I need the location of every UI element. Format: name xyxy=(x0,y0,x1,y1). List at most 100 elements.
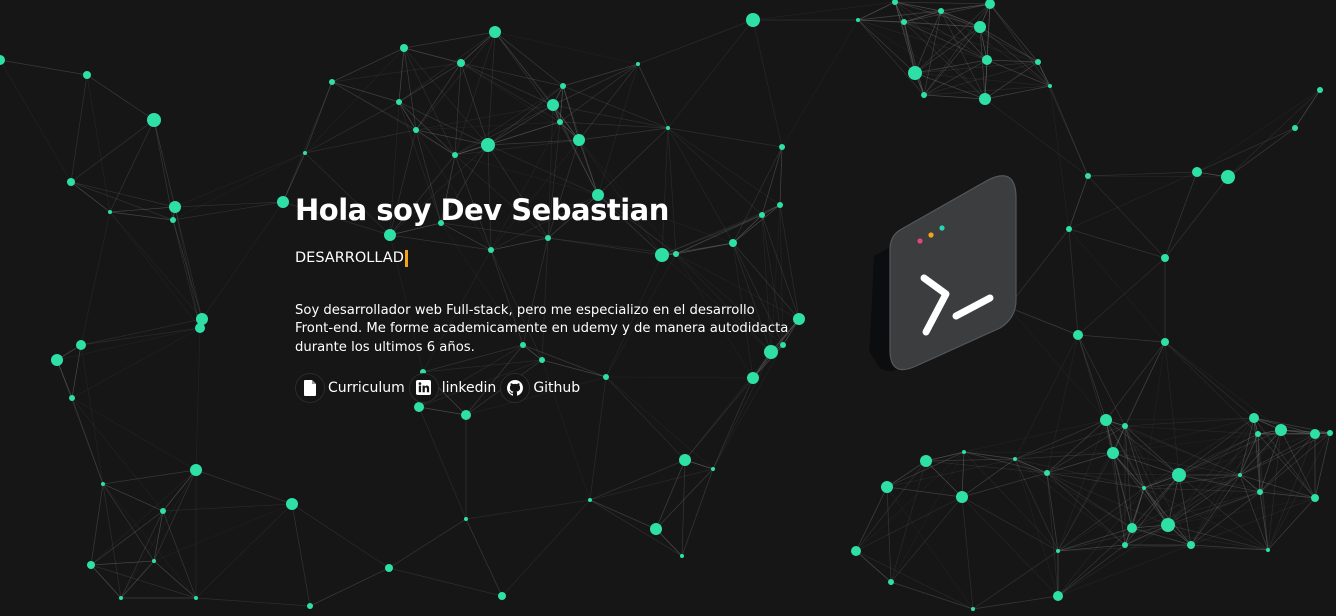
network-line xyxy=(1087,175,1166,259)
network-line xyxy=(304,101,400,154)
network-node xyxy=(1317,87,1323,93)
network-line xyxy=(304,129,417,154)
network-line xyxy=(90,564,197,599)
network-line xyxy=(855,550,892,583)
hero-content: Hola soy Dev Sebastian DESARROLLAD Soy d… xyxy=(295,192,815,403)
network-node xyxy=(962,450,966,454)
network-line xyxy=(487,31,496,146)
network-node xyxy=(573,134,585,146)
network-line xyxy=(291,503,390,569)
linkedin-link[interactable]: linkedin xyxy=(408,372,497,403)
network-line xyxy=(752,19,783,148)
network-line xyxy=(961,496,974,610)
network-line xyxy=(460,62,489,146)
network-line xyxy=(559,63,639,123)
network-line xyxy=(857,1,896,21)
network-line xyxy=(961,472,1048,498)
network-node xyxy=(69,395,75,401)
network-node xyxy=(195,323,205,333)
network-line xyxy=(454,85,564,156)
network-node xyxy=(560,83,566,89)
network-node xyxy=(746,13,760,27)
network-line xyxy=(71,397,104,485)
typed-role: DESARROLLAD xyxy=(295,248,815,268)
network-node xyxy=(888,579,894,585)
network-node xyxy=(489,26,501,38)
network-line xyxy=(1046,472,1169,526)
network-node xyxy=(636,62,640,66)
network-line xyxy=(109,211,203,320)
typing-cursor xyxy=(404,249,408,267)
network-line xyxy=(195,469,293,505)
network-line xyxy=(1087,171,1198,177)
network-node xyxy=(1161,338,1169,346)
network-node xyxy=(1044,470,1050,476)
network-line xyxy=(963,419,1107,453)
network-line xyxy=(304,47,405,154)
network-line xyxy=(681,459,686,557)
network-node xyxy=(67,178,75,186)
network-line xyxy=(1227,127,1296,178)
network-line xyxy=(153,503,293,562)
network-line xyxy=(855,550,974,610)
network-node xyxy=(1073,330,1083,340)
network-node xyxy=(1221,170,1235,184)
network-line xyxy=(1164,341,1282,431)
network-line xyxy=(1068,175,1089,230)
network-node xyxy=(1310,429,1320,439)
network-line xyxy=(494,31,564,87)
network-line xyxy=(388,518,467,569)
network-line xyxy=(890,496,963,583)
network-line xyxy=(1227,89,1321,178)
network-line xyxy=(1164,341,1255,419)
network-node xyxy=(160,508,166,514)
network-line xyxy=(70,119,155,183)
network-node xyxy=(881,481,893,493)
network-line xyxy=(109,206,176,213)
network-line xyxy=(961,451,965,498)
network-line xyxy=(1167,491,1261,526)
network-node xyxy=(170,217,176,223)
network-line xyxy=(162,510,197,599)
network-node xyxy=(385,564,393,572)
curriculum-link[interactable]: Curriculum xyxy=(295,372,405,403)
network-node xyxy=(974,21,986,33)
network-node xyxy=(1327,430,1333,436)
network-line xyxy=(1057,419,1107,552)
network-line xyxy=(403,47,462,64)
network-node xyxy=(1013,457,1017,461)
network-line xyxy=(109,211,201,329)
network-line xyxy=(465,499,591,520)
network-line xyxy=(80,211,111,346)
github-link[interactable]: Github xyxy=(500,372,580,403)
terminal-dot-green xyxy=(939,225,945,231)
network-line xyxy=(857,19,916,74)
network-line xyxy=(1190,417,1255,546)
terminal-tile-face xyxy=(889,175,1017,371)
network-line xyxy=(388,567,503,597)
network-line xyxy=(90,483,104,566)
network-node xyxy=(921,92,927,98)
network-node xyxy=(1161,254,1169,262)
network-line xyxy=(589,468,714,501)
network-node xyxy=(1066,226,1072,232)
linkedin-icon xyxy=(408,372,439,403)
network-node xyxy=(1311,494,1319,502)
network-line xyxy=(195,503,293,599)
network-node xyxy=(979,93,991,105)
network-line xyxy=(903,21,916,74)
network-line xyxy=(1046,472,1180,476)
network-line xyxy=(1294,89,1321,129)
network-node xyxy=(464,517,468,521)
network-line xyxy=(1314,432,1331,499)
network-node xyxy=(1127,523,1137,533)
network-line xyxy=(109,119,155,213)
network-node xyxy=(1122,542,1128,548)
network-line xyxy=(1077,257,1166,336)
network-line xyxy=(903,10,942,23)
linkedin-label: linkedin xyxy=(441,379,497,396)
network-line xyxy=(309,567,390,607)
network-line xyxy=(153,560,197,599)
network-line xyxy=(914,3,991,74)
network-line xyxy=(855,451,965,552)
